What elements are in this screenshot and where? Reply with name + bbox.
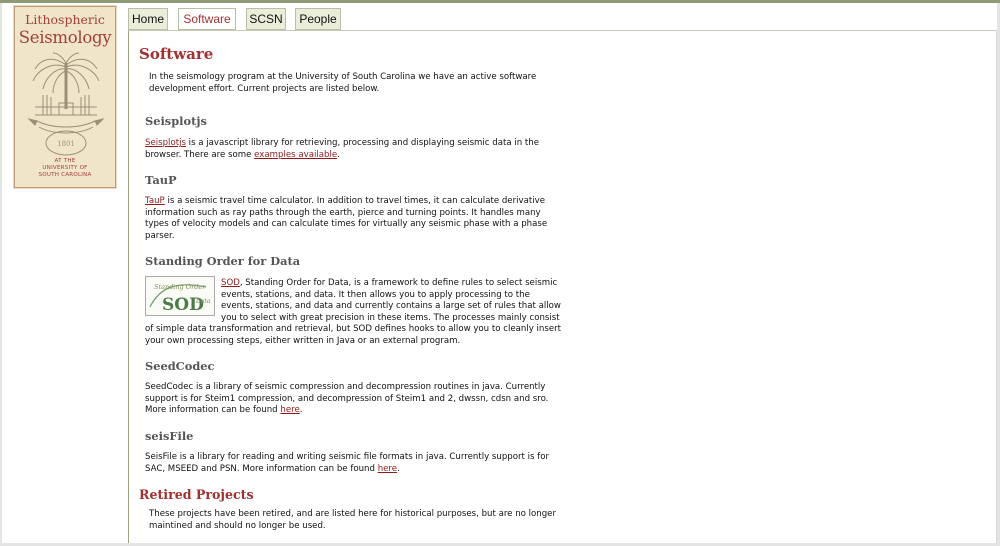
section-heading-sod: Standing Order for Data [145, 254, 301, 268]
sod-link[interactable]: SOD [221, 278, 240, 288]
taup-link[interactable]: TauP [145, 196, 165, 206]
seisfile-here-link[interactable]: here [378, 464, 397, 474]
seedcodec-description: SeedCodec is a library of seismic compre… [145, 382, 549, 416]
seal-year: 1801 [57, 140, 75, 148]
logo-title-line2: Seismology [18, 28, 112, 47]
section-heading-seedcodec: SeedCodec [145, 359, 215, 373]
logo-title-line1: Lithospheric [25, 12, 105, 27]
logo-subtitle-line3: South Carolina [38, 172, 92, 178]
seisfile-description: SeisFile is a library for reading and wr… [145, 452, 550, 474]
sod-description-wrapped: SOD, Standing Order for Data, is a frame… [221, 278, 561, 323]
site-logo[interactable]: Lithospheric Seismology 1801 At the Univ… [13, 5, 117, 189]
seedcodec-here-link[interactable]: here [280, 405, 299, 415]
seisplotjs-description: Seisplotjs is a javascript library for r… [145, 138, 540, 160]
retired-projects-text: These projects have been retired, and ar… [149, 509, 557, 531]
window-frame-left [0, 3, 2, 546]
svg-text:Standing Order: Standing Order [154, 283, 206, 291]
logo-subtitle-line2: University of [42, 165, 88, 171]
sod-description-full: of simple data transformation and retrie… [145, 324, 562, 346]
section-heading-seisfile: seisFile [145, 429, 194, 443]
tab-scsn[interactable]: SCSN [246, 8, 286, 30]
content-border-top [128, 30, 997, 31]
logo-subtitle-line1: At the [54, 158, 76, 164]
svg-text:Data: Data [195, 298, 211, 305]
tab-people[interactable]: People [295, 8, 341, 30]
page-title: Software [139, 45, 214, 63]
seisplotjs-link[interactable]: Seisplotjs [145, 138, 186, 148]
section-heading-seisplotjs: Seisplotjs [145, 114, 207, 128]
content-border-left [128, 30, 129, 543]
retired-projects-title: Retired Projects [139, 487, 254, 502]
content-border-right [996, 30, 997, 543]
intro-text: In the seismology program at the Univers… [149, 72, 537, 94]
section-heading-taup: TauP [145, 173, 177, 187]
sod-logo-image[interactable]: Standing Order SOD Data [145, 276, 215, 316]
tab-home[interactable]: Home [128, 8, 168, 30]
palmetto-seal-icon: 1801 [27, 52, 105, 156]
sod-logo-icon: Standing Order SOD Data [149, 283, 211, 315]
examples-available-link[interactable]: examples available [254, 150, 337, 160]
taup-description: TauP is a seismic travel time calculator… [145, 196, 548, 241]
tab-software[interactable]: Software [178, 8, 236, 30]
top-accent-bar [0, 0, 1000, 3]
